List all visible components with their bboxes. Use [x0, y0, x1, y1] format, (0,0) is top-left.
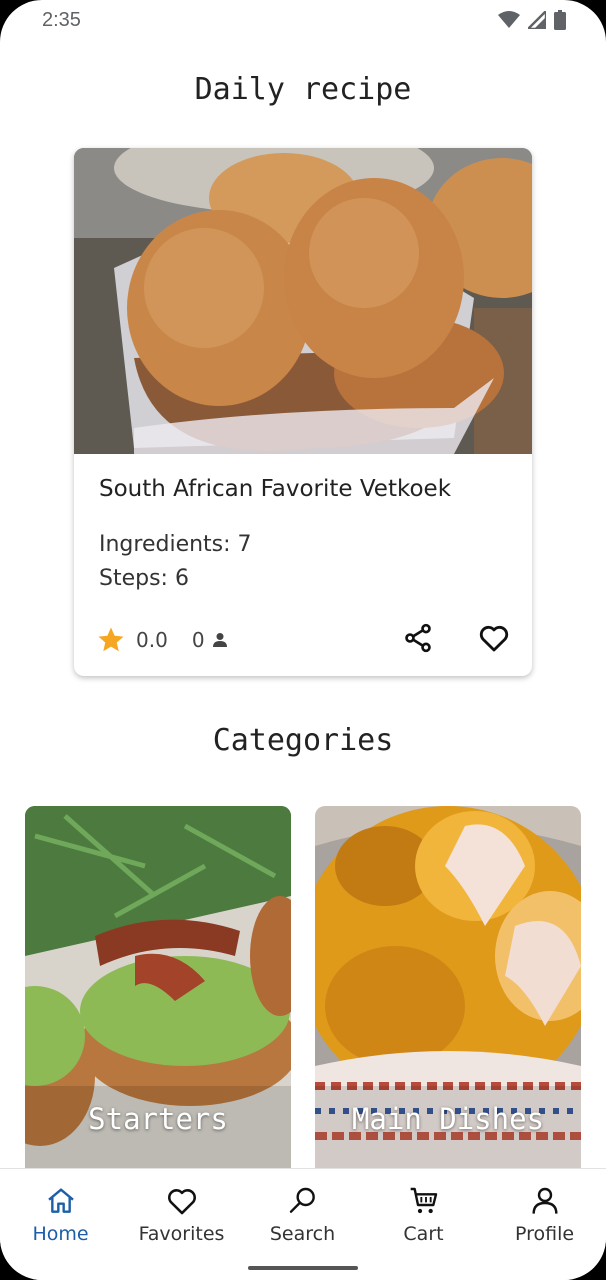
- rating-value: 0.0: [136, 628, 168, 652]
- nav-label-favorites: Favorites: [138, 1223, 225, 1245]
- status-icons: [498, 10, 566, 30]
- nav-label-home: Home: [32, 1223, 89, 1245]
- category-label-main-dishes: Main Dishes: [351, 1102, 545, 1136]
- wifi-icon: [498, 11, 520, 28]
- signal-icon: [528, 11, 546, 29]
- nav-profile[interactable]: Profile: [484, 1183, 605, 1245]
- nav-label-cart: Cart: [403, 1223, 444, 1245]
- nav-home[interactable]: Home: [0, 1183, 121, 1245]
- status-time: 2:35: [42, 9, 81, 31]
- person-icon: [531, 1187, 558, 1214]
- cart-icon: [410, 1187, 437, 1214]
- search-icon: [289, 1187, 315, 1213]
- recipe-title: South African Favorite Vetkoek: [99, 476, 452, 502]
- home-icon: [47, 1188, 74, 1213]
- nav-label-profile: Profile: [514, 1223, 575, 1245]
- bottom-navigation: Home Favorites Search Cart Profile: [0, 1168, 606, 1280]
- daily-recipe-heading: Daily recipe: [194, 72, 412, 107]
- daily-recipe-card[interactable]: South African Favorite Vetkoek Ingredien…: [74, 148, 532, 676]
- status-bar: 2:35: [0, 0, 606, 40]
- star-icon: [98, 627, 124, 652]
- person-small-icon: [212, 633, 227, 647]
- heart-icon: [167, 1189, 196, 1215]
- card-actions: [400, 620, 512, 656]
- battery-icon: [554, 10, 566, 30]
- category-label-starters: Starters: [88, 1102, 228, 1136]
- favorite-button[interactable]: [476, 620, 512, 656]
- nav-favorites[interactable]: Favorites: [121, 1183, 242, 1245]
- share-icon: [405, 623, 431, 653]
- nav-label-search: Search: [269, 1223, 336, 1245]
- reviews-count: 0: [191, 628, 205, 652]
- rating-row: 0.0 0: [96, 622, 229, 658]
- heart-outline-icon: [479, 625, 509, 652]
- home-indicator[interactable]: [248, 1266, 358, 1270]
- ingredients-count: Ingredients: 7: [99, 532, 252, 557]
- categories-heading: Categories: [212, 723, 394, 758]
- share-button[interactable]: [400, 620, 436, 656]
- category-main-dishes[interactable]: Main Dishes: [315, 806, 581, 1186]
- steps-count: Steps: 6: [99, 566, 189, 591]
- nav-cart[interactable]: Cart: [363, 1183, 484, 1245]
- category-starters[interactable]: Starters: [25, 806, 291, 1186]
- recipe-photo: [74, 148, 532, 454]
- nav-search[interactable]: Search: [242, 1183, 363, 1245]
- app-screen: 2:35 Daily recipe South African Favorite: [0, 0, 606, 1280]
